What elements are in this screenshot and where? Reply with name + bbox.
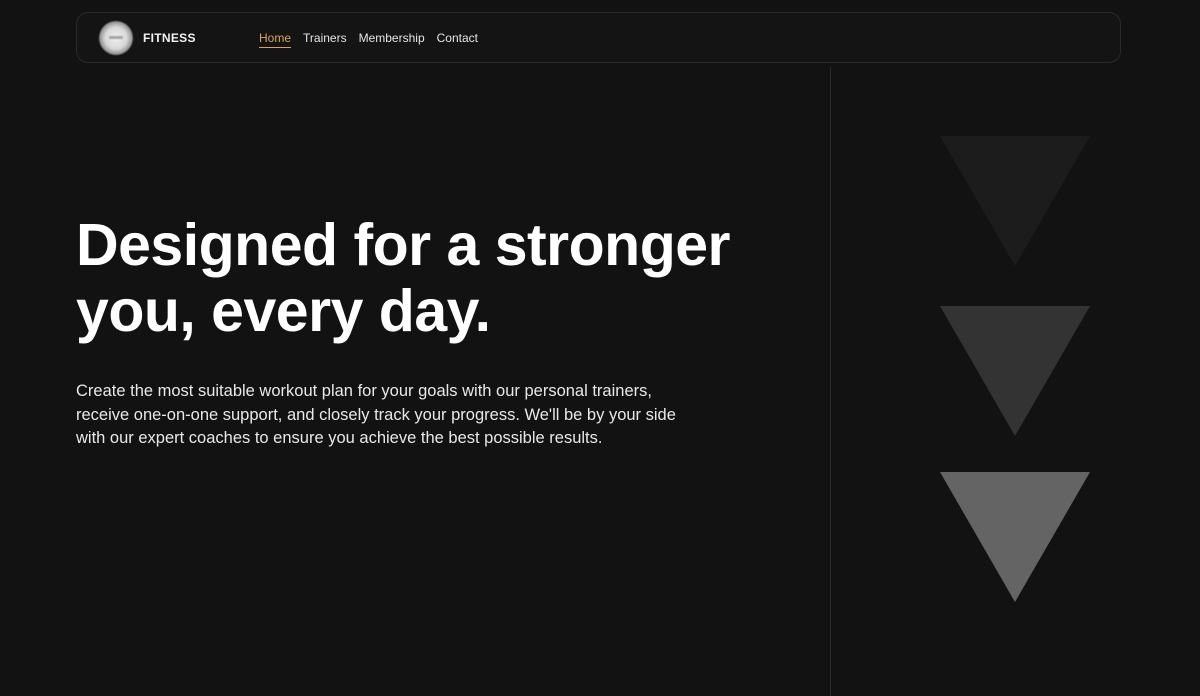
- page: FITNESS Home Trainers Membership Contact…: [0, 0, 1200, 696]
- nav-link-membership[interactable]: Membership: [359, 30, 425, 48]
- vertical-divider: [830, 67, 831, 696]
- nav-links: Home Trainers Membership Contact: [259, 30, 490, 48]
- nav-link-home[interactable]: Home: [259, 30, 292, 48]
- brand-name[interactable]: FITNESS: [143, 31, 196, 45]
- hero-title-line-1: Designed for a stronger: [76, 212, 731, 278]
- nav-link-contact[interactable]: Contact: [437, 30, 478, 48]
- triangle-down-icon: [940, 472, 1090, 602]
- hero-title: Designed for a stronger you, every day.: [76, 212, 796, 344]
- triangle-down-icon: [940, 306, 1090, 436]
- logo-icon[interactable]: [99, 21, 133, 55]
- nav-link-trainers[interactable]: Trainers: [303, 30, 347, 48]
- hero-title-line-2: you, every day.: [76, 278, 491, 344]
- navbar: FITNESS Home Trainers Membership Contact: [76, 12, 1121, 63]
- triangle-down-icon: [940, 136, 1090, 266]
- hero-description: Create the most suitable workout plan fo…: [76, 382, 676, 447]
